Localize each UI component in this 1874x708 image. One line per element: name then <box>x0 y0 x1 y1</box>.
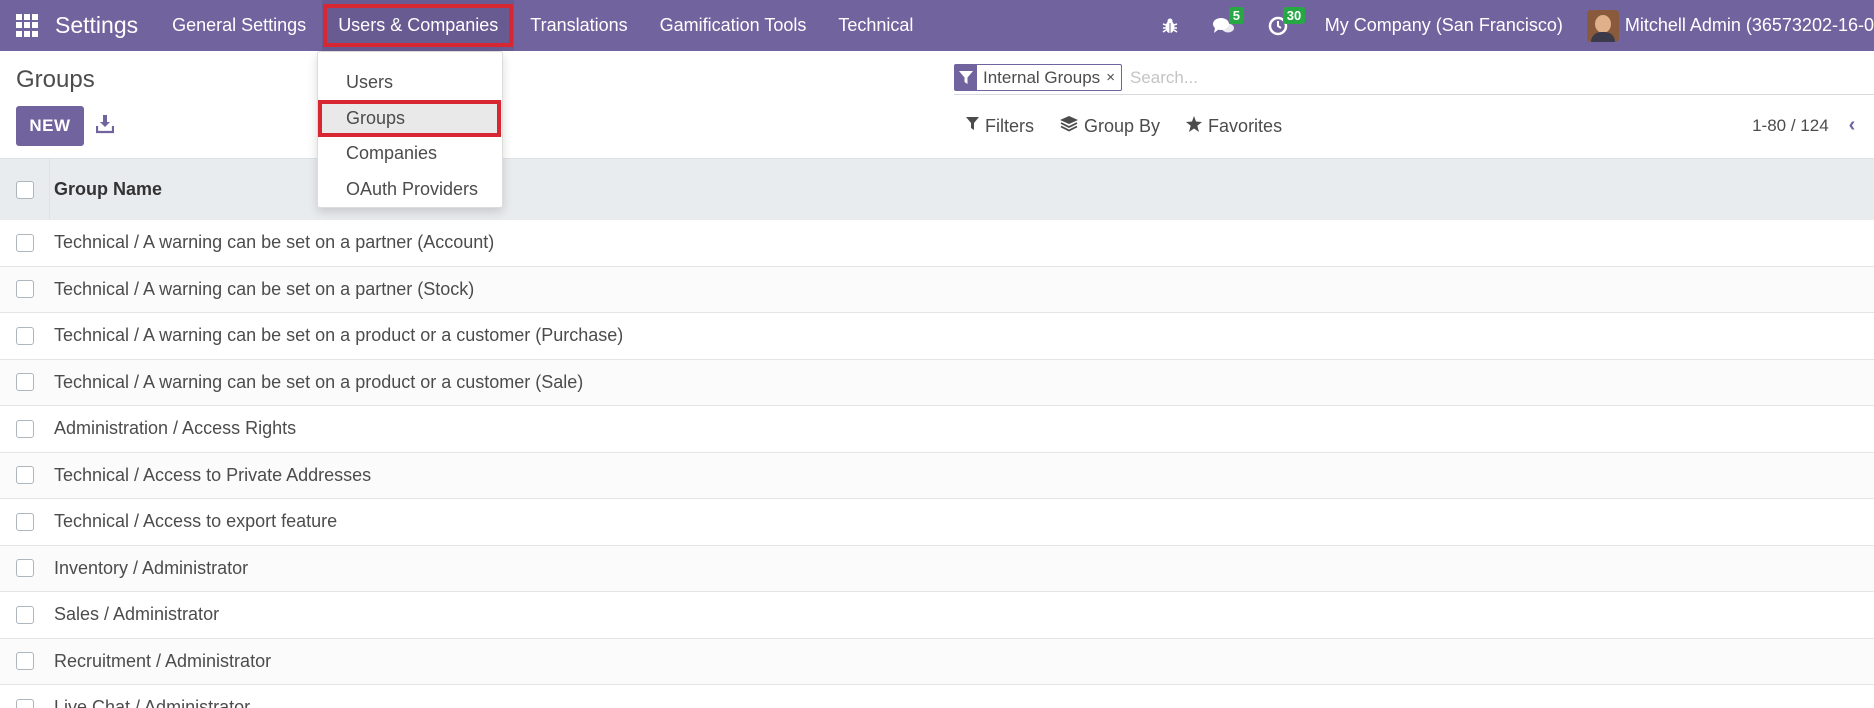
search-bar: Internal Groups × <box>954 61 1874 95</box>
top-navbar: Settings General Settings Users & Compan… <box>0 0 1874 51</box>
row-checkbox[interactable] <box>16 419 34 438</box>
table-row[interactable]: Technical / A warning can be set on a pr… <box>0 313 1874 360</box>
group-name-cell: Technical / Access to Private Addresses <box>54 464 372 485</box>
row-checkbox[interactable] <box>16 512 34 531</box>
search-options: Filters Group By Favorites <box>966 116 1308 137</box>
table-row[interactable]: Technical / A warning can be set on a pa… <box>0 266 1874 313</box>
group-name-cell: Technical / Access to export feature <box>54 511 338 532</box>
search-input[interactable] <box>1129 67 1730 88</box>
row-checkbox[interactable] <box>16 605 34 624</box>
activities-badge: 30 <box>1282 6 1306 24</box>
list-header: Group Name <box>0 158 1874 220</box>
dropdown-item-users[interactable]: Users <box>318 65 502 101</box>
row-checkbox[interactable] <box>16 326 34 345</box>
filters-button[interactable]: Filters <box>966 116 1034 137</box>
menu-translations[interactable]: Translations <box>514 0 643 51</box>
row-checkbox[interactable] <box>16 466 34 485</box>
app-title[interactable]: Settings <box>55 12 138 39</box>
row-checkbox[interactable] <box>16 698 34 708</box>
apps-menu-icon[interactable] <box>16 13 40 38</box>
filter-facet: Internal Groups × <box>954 64 1122 91</box>
table-row[interactable]: Recruitment / Administrator <box>0 638 1874 685</box>
group-name-cell: Recruitment / Administrator <box>54 650 272 671</box>
table-row[interactable]: Live Chat / Administrator <box>0 685 1874 708</box>
select-all-checkbox[interactable] <box>16 180 34 199</box>
users-companies-dropdown: Users Groups Companies OAuth Providers <box>317 51 503 208</box>
main-menu: General Settings Users & Companies Trans… <box>156 0 929 51</box>
dropdown-item-groups[interactable]: Groups <box>318 99 502 137</box>
bug-icon[interactable] <box>1155 11 1185 41</box>
filters-label: Filters <box>985 116 1034 136</box>
group-name-cell: Live Chat / Administrator <box>54 697 251 708</box>
messages-badge: 5 <box>1228 6 1244 24</box>
row-checkbox[interactable] <box>16 559 34 578</box>
row-checkbox[interactable] <box>16 652 34 671</box>
favorites-button[interactable]: Favorites <box>1186 116 1282 137</box>
filter-funnel-icon <box>966 117 979 136</box>
groups-list: Group Name Technical / A warning can be … <box>0 158 1874 708</box>
user-menu[interactable]: Mitchell Admin (36573202-16-0 <box>1625 15 1874 36</box>
facet-remove-icon[interactable]: × <box>1106 65 1121 90</box>
group-name-cell: Technical / A warning can be set on a pr… <box>54 325 624 346</box>
column-header-group-name[interactable]: Group Name <box>54 179 162 200</box>
menu-technical[interactable]: Technical <box>822 0 929 51</box>
table-row[interactable]: Inventory / Administrator <box>0 545 1874 592</box>
navbar-systray: 5 30 My Company (San Francisco) Mitchell… <box>1155 0 1874 51</box>
menu-users-companies[interactable]: Users & Companies <box>322 0 515 51</box>
group-by-label: Group By <box>1084 116 1161 136</box>
new-button[interactable]: NEW <box>16 106 84 146</box>
facet-label: Internal Groups <box>983 68 1101 87</box>
group-name-cell: Technical / A warning can be set on a pr… <box>54 371 584 392</box>
favorites-label: Favorites <box>1208 116 1283 136</box>
row-checkbox[interactable] <box>16 233 34 252</box>
pager: 1-80 / 124 ‹ › <box>1752 114 1874 137</box>
table-row[interactable]: Technical / Access to export feature <box>0 499 1874 546</box>
messages-icon[interactable]: 5 <box>1209 6 1244 41</box>
pager-previous-icon[interactable]: ‹ <box>1849 114 1856 137</box>
menu-general-settings[interactable]: General Settings <box>156 0 322 51</box>
dropdown-item-companies[interactable]: Companies <box>318 136 502 172</box>
table-row[interactable]: Technical / A warning can be set on a pr… <box>0 359 1874 406</box>
filter-icon <box>955 65 977 90</box>
group-name-cell: Administration / Access Rights <box>54 418 297 439</box>
table-row[interactable]: Sales / Administrator <box>0 592 1874 639</box>
company-switcher[interactable]: My Company (San Francisco) <box>1325 15 1563 36</box>
page-title: Groups <box>16 66 95 93</box>
download-icon[interactable] <box>95 114 115 134</box>
pager-value[interactable]: 1-80 / 124 <box>1752 116 1829 136</box>
row-checkbox[interactable] <box>16 280 34 299</box>
table-row[interactable]: Administration / Access Rights <box>0 406 1874 453</box>
star-icon <box>1186 116 1203 137</box>
table-row[interactable]: Technical / Access to Private Addresses <box>0 452 1874 499</box>
layers-icon <box>1060 116 1078 137</box>
menu-gamification-tools[interactable]: Gamification Tools <box>644 0 823 51</box>
activities-clock-icon[interactable]: 30 <box>1263 6 1306 41</box>
group-name-cell: Sales / Administrator <box>54 604 220 625</box>
dropdown-item-oauth-providers[interactable]: OAuth Providers <box>318 172 502 208</box>
group-name-cell: Technical / A warning can be set on a pa… <box>54 232 495 253</box>
group-by-button[interactable]: Group By <box>1060 116 1160 137</box>
row-checkbox[interactable] <box>16 373 34 392</box>
table-row[interactable]: Technical / A warning can be set on a pa… <box>0 220 1874 267</box>
group-name-cell: Technical / A warning can be set on a pa… <box>54 278 475 299</box>
group-name-cell: Inventory / Administrator <box>54 557 249 578</box>
user-avatar[interactable] <box>1586 9 1619 42</box>
